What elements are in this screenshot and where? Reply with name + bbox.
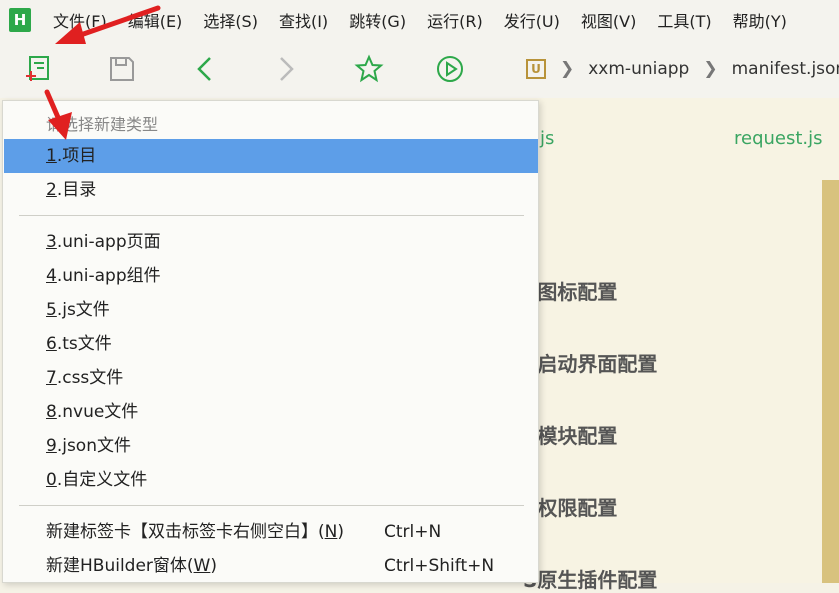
menu-item-label: .uni-app页面 [56,232,161,252]
save-button[interactable] [102,50,142,88]
menu-item-key: 4 [46,266,57,286]
menu-item-key: 5 [46,300,57,320]
chevron-right-icon [280,57,294,81]
menu-item-directory[interactable]: 2.目录 [4,173,538,207]
menu-item-key: 0 [46,470,57,490]
chevron-right-icon: ❯ [560,59,575,79]
save-icon [110,57,134,81]
menu-item-key: 3 [46,232,57,252]
back-button[interactable] [185,50,225,88]
menu-item-uniapp-component[interactable]: 4.uni-app组件 [4,259,538,293]
menu-item-key: 6 [46,334,57,354]
menu-item-custom-file[interactable]: 0.自定义文件 [4,463,538,497]
breadcrumb: U ❯ xxm-uniapp ❯ manifest.json [512,40,839,98]
menu-item-new-window[interactable]: 新建HBuilder窗体(W) Ctrl+Shift+N [4,549,538,583]
menu-item-key: 8 [46,402,57,422]
section-native-plugin-config[interactable]: S原生插件配置 [523,564,657,593]
menu-goto[interactable]: 跳转(G) [349,8,406,32]
menu-divider [19,215,524,216]
menu-item-label: .json文件 [56,436,131,456]
menu-item-label: .目录 [56,180,97,200]
new-file-icon [26,56,49,81]
menu-help[interactable]: 帮助(Y) [733,8,787,32]
menu-publish[interactable]: 发行(U) [504,8,560,32]
menu-select[interactable]: 选择(S) [203,8,258,32]
hbuilder-logo-icon: H [9,8,31,32]
menu-item-label: .项目 [56,146,97,166]
menu-item-nvue-file[interactable]: 8.nvue文件 [4,395,538,429]
menu-item-project[interactable]: 1.项目 [4,139,538,173]
menu-item-js-file[interactable]: 5.js文件 [4,293,538,327]
menu-item-css-file[interactable]: 7.css文件 [4,361,538,395]
menu-item-label: .uni-app组件 [56,266,161,286]
menu-item-key: 1 [46,146,57,166]
menu-item-label: ) [337,522,344,542]
menu-tools[interactable]: 工具(T) [657,8,711,32]
menu-divider [19,505,524,506]
menu-item-key: N [324,522,338,542]
menu-item-label: ) [210,556,217,576]
menu-item-key: 9 [46,436,57,456]
run-button[interactable] [430,50,470,88]
star-icon [354,54,384,83]
breadcrumb-file[interactable]: manifest.json [732,59,839,79]
menu-item-label: 新建标签卡【双击标签卡右侧空白】( [46,522,325,542]
new-type-dropdown: 请选择新建类型 1.项目 2.目录 3.uni-app页面 4.uni-app组… [2,100,539,583]
menu-item-label: .js文件 [56,300,110,320]
menu-file[interactable]: 文件(F) [53,8,107,32]
dropdown-header: 请选择新建类型 [46,115,159,134]
play-circle-icon [437,56,463,82]
chevron-left-icon [197,57,211,81]
menubar: H 文件(F) 编辑(E) 选择(S) 查找(I) 跳转(G) 运行(R) 发行… [0,0,839,40]
menu-item-key: 2 [46,180,57,200]
editor-tab-request[interactable]: request.js [734,128,823,149]
scrollbar[interactable] [822,180,839,583]
menu-item-shortcut: Ctrl+N [384,522,442,542]
menu-item-new-tab[interactable]: 新建标签卡【双击标签卡右侧空白】(N) Ctrl+N [4,515,538,549]
menu-item-shortcut: Ctrl+Shift+N [384,556,495,576]
new-file-button[interactable] [18,50,58,88]
uniapp-project-icon: U [526,59,546,79]
menu-item-ts-file[interactable]: 6.ts文件 [4,327,538,361]
menu-item-key: W [193,556,211,576]
menu-item-label: 新建HBuilder窗体( [46,556,194,576]
chevron-right-icon: ❯ [703,59,718,79]
favorite-button[interactable] [349,50,389,88]
menu-item-label: .自定义文件 [56,470,148,490]
menu-edit[interactable]: 编辑(E) [128,8,183,32]
menu-item-label: .nvue文件 [56,402,139,422]
forward-button[interactable] [266,50,306,88]
menu-item-uniapp-page[interactable]: 3.uni-app页面 [4,225,538,259]
section-splash-config[interactable]: S启动界面配置 [523,348,657,377]
menu-item-key: 7 [46,368,57,388]
menu-find[interactable]: 查找(I) [279,8,328,32]
menu-item-label: .ts文件 [56,334,112,354]
menu-item-label: .css文件 [56,368,124,388]
menu-view[interactable]: 视图(V) [581,8,636,32]
menu-item-json-file[interactable]: 9.json文件 [4,429,538,463]
breadcrumb-project[interactable]: xxm-uniapp [588,59,689,79]
editor-tab-js[interactable]: js [540,128,554,149]
menu-run[interactable]: 运行(R) [427,8,483,32]
